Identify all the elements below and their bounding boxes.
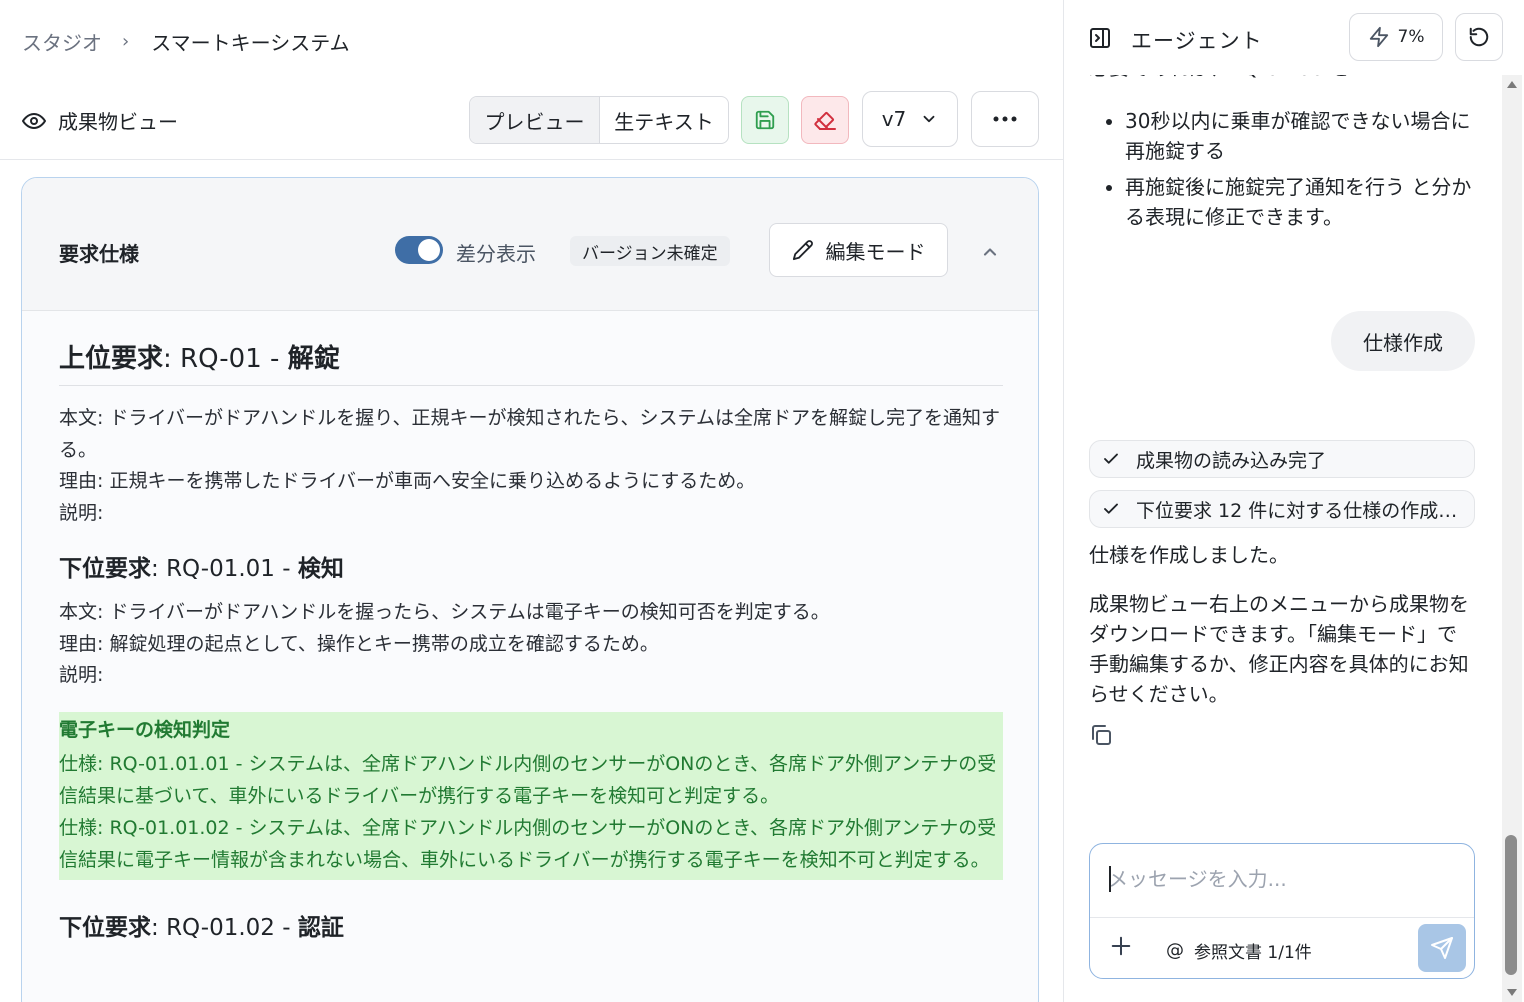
spec-item: 仕様: RQ-01.01.01 - システムは、全席ドアハンドル内側のセンサーが… — [59, 752, 997, 807]
copy-button[interactable] — [1089, 723, 1113, 752]
heading-name: 解錠 — [287, 344, 340, 374]
lower-requirement-heading: 下位要求: RQ-01.01 - 検知 — [59, 549, 1003, 583]
more-horizontal-icon — [993, 116, 1017, 122]
text-caret — [1109, 866, 1111, 892]
eraser-icon — [814, 112, 836, 130]
spec-item: 仕様: RQ-01.01.02 - システムは、全席ドアハンドル内側のセンサーが… — [59, 816, 997, 871]
collapse-button[interactable] — [980, 242, 1000, 266]
card-title: 要求仕様 — [59, 242, 139, 266]
requirements-document: 上位要求: RQ-01 - 解錠 本文: ドライバーがドアハンドルを握り、正規キ… — [59, 338, 1003, 956]
scroll-down-arrow[interactable] — [1507, 989, 1517, 996]
diff-toggle-label: 差分表示 — [456, 242, 536, 266]
lower-body: 本文: ドライバーがドアハンドルを握ったら、システムは電子キーの検知可否を判定す… — [59, 601, 830, 623]
toolbar-divider — [0, 159, 1063, 160]
breadcrumb-root[interactable]: スタジオ — [22, 27, 102, 56]
heading-sep: : — [151, 914, 167, 941]
pencil-icon — [792, 240, 813, 261]
reset-button[interactable] — [1455, 13, 1503, 61]
usage-value: 7% — [1397, 27, 1425, 47]
agent-title: エージェント — [1131, 29, 1263, 53]
heading-id: RQ-01 - — [180, 344, 288, 374]
list-item: 30秒以内に乗車が確認できない場合に再施錠する — [1125, 106, 1479, 166]
breadcrumb-separator: › — [122, 30, 130, 52]
scroll-thumb[interactable] — [1505, 835, 1517, 975]
agent-pane: エージェント 7% 必要であれば、RQ-01.06 を 30秒以内に乗車が確認で… — [1063, 0, 1524, 1002]
agent-header: エージェント 7% — [1064, 0, 1524, 75]
heading-id: RQ-01.01 - — [166, 556, 298, 582]
send-button[interactable] — [1418, 924, 1466, 972]
assistant-message: 仕様を作成しました。 — [1089, 543, 1289, 567]
reference-docs-label: 参照文書 1/1件 — [1194, 943, 1312, 963]
user-message: 仕様作成 — [1331, 311, 1475, 371]
composer-divider — [1090, 917, 1474, 918]
view-mode-toggle: プレビュー 生テキスト — [469, 96, 729, 144]
usage-indicator[interactable]: 7% — [1349, 13, 1443, 61]
requirements-card: 要求仕様 差分表示 バージョン未確定 編集モード 上位要求: RQ-01 - 解… — [21, 177, 1039, 1002]
chevron-up-icon — [983, 248, 997, 256]
breadcrumb: スタジオ › スマートキーシステム — [22, 27, 350, 56]
heading-prefix: 下位要求 — [59, 914, 151, 941]
heading-sep: : — [151, 556, 167, 582]
lower-note: 説明: — [59, 664, 104, 686]
diff-heading: 電子キーの検知判定 — [59, 718, 231, 741]
refresh-icon — [1469, 27, 1489, 47]
assistant-message: 成果物ビュー右上のメニューから成果物をダウンロードできます。「編集モード」で手動… — [1089, 592, 1469, 706]
send-icon — [1431, 937, 1453, 959]
upper-reason: 理由: 正規キーを携帯したドライバーが車両へ安全に乗り込めるようにするため。 — [59, 470, 756, 492]
at-icon: @ — [1166, 940, 1184, 961]
heading-name: 認証 — [297, 914, 344, 941]
version-value: v7 — [881, 107, 907, 131]
check-icon — [1104, 503, 1118, 514]
artifact-view-title: 成果物ビュー — [22, 106, 178, 135]
add-attachment-button[interactable] — [1110, 934, 1132, 962]
diff-added-block: 電子キーの検知判定 仕様: RQ-01.01.01 - システムは、全席ドアハン… — [59, 711, 1003, 880]
edit-mode-label: 編集モード — [825, 239, 926, 264]
message-input[interactable] — [1108, 864, 1458, 894]
more-menu-button[interactable] — [971, 91, 1039, 147]
scroll-up-arrow[interactable] — [1507, 81, 1517, 88]
chevron-down-icon — [923, 115, 935, 123]
eye-icon — [22, 112, 46, 129]
heading-sep: : — [163, 344, 181, 374]
artifact-toolbar: 成果物ビュー プレビュー 生テキスト v7 — [0, 90, 1063, 150]
upper-requirement-heading: 上位要求: RQ-01 - 解錠 — [59, 338, 1003, 386]
tab-raw-text[interactable]: 生テキスト — [600, 97, 728, 143]
sidebar-panel-icon — [1090, 28, 1110, 48]
artifact-pane: スタジオ › スマートキーシステム 成果物ビュー プレビュー 生テキスト v7 … — [0, 0, 1063, 1002]
step-label: 成果物の読み込み完了 — [1136, 449, 1327, 472]
upper-body: 本文: ドライバーがドアハンドルを握り、正規キーが検知されたら、システムは全席ド… — [59, 407, 1000, 461]
heading-prefix: 下位要求 — [59, 556, 151, 582]
chat-scrollbar[interactable] — [1502, 75, 1522, 1002]
version-status-badge: バージョン未確定 — [570, 236, 730, 266]
chat-log: 必要であれば、RQ-01.06 を 30秒以内に乗車が確認できない場合に再施錠す… — [1089, 62, 1479, 745]
artifact-view-label: 成果物ビュー — [58, 110, 178, 134]
reference-docs-button[interactable]: @ 参照文書 1/1件 — [1166, 938, 1312, 963]
plus-icon — [1111, 936, 1131, 956]
toggle-panel-button[interactable] — [1088, 26, 1112, 54]
diff-toggle[interactable] — [395, 236, 443, 264]
heading-id: RQ-01.02 - — [166, 914, 298, 941]
check-icon — [1104, 453, 1118, 464]
list-item: 再施錠後に施錠完了通知を行う と分かる表現に修正できます。 — [1125, 172, 1479, 232]
step-label: 下位要求 12 件に対する仕様の作成完了 — [1136, 499, 1474, 522]
heading-prefix: 上位要求 — [59, 344, 164, 374]
card-header: 要求仕様 差分表示 バージョン未確定 編集モード — [22, 178, 1038, 311]
assistant-bullet-list: 30秒以内に乗車が確認できない場合に再施錠する 再施錠後に施錠完了通知を行う と… — [1089, 106, 1479, 232]
progress-step[interactable]: 成果物の読み込み完了 — [1089, 440, 1475, 478]
save-button[interactable] — [741, 96, 789, 144]
version-select[interactable]: v7 — [862, 91, 958, 147]
progress-step[interactable]: 下位要求 12 件に対する仕様の作成完了 — [1089, 490, 1475, 528]
discard-button[interactable] — [801, 96, 849, 144]
lightning-icon — [1369, 26, 1388, 48]
lower-reason: 理由: 解錠処理の起点として、操作とキー携帯の成立を確認するため。 — [59, 632, 659, 655]
copy-icon — [1092, 725, 1111, 745]
lower-requirement-heading: 下位要求: RQ-01.02 - 認証 — [59, 908, 1003, 942]
breadcrumb-current: スマートキーシステム — [151, 30, 350, 55]
heading-name: 検知 — [297, 556, 344, 582]
edit-mode-button[interactable]: 編集モード — [769, 223, 948, 277]
save-icon — [755, 110, 775, 130]
tab-preview[interactable]: プレビュー — [470, 97, 600, 143]
message-composer: @ 参照文書 1/1件 — [1089, 843, 1475, 979]
upper-note: 説明: — [59, 501, 104, 524]
